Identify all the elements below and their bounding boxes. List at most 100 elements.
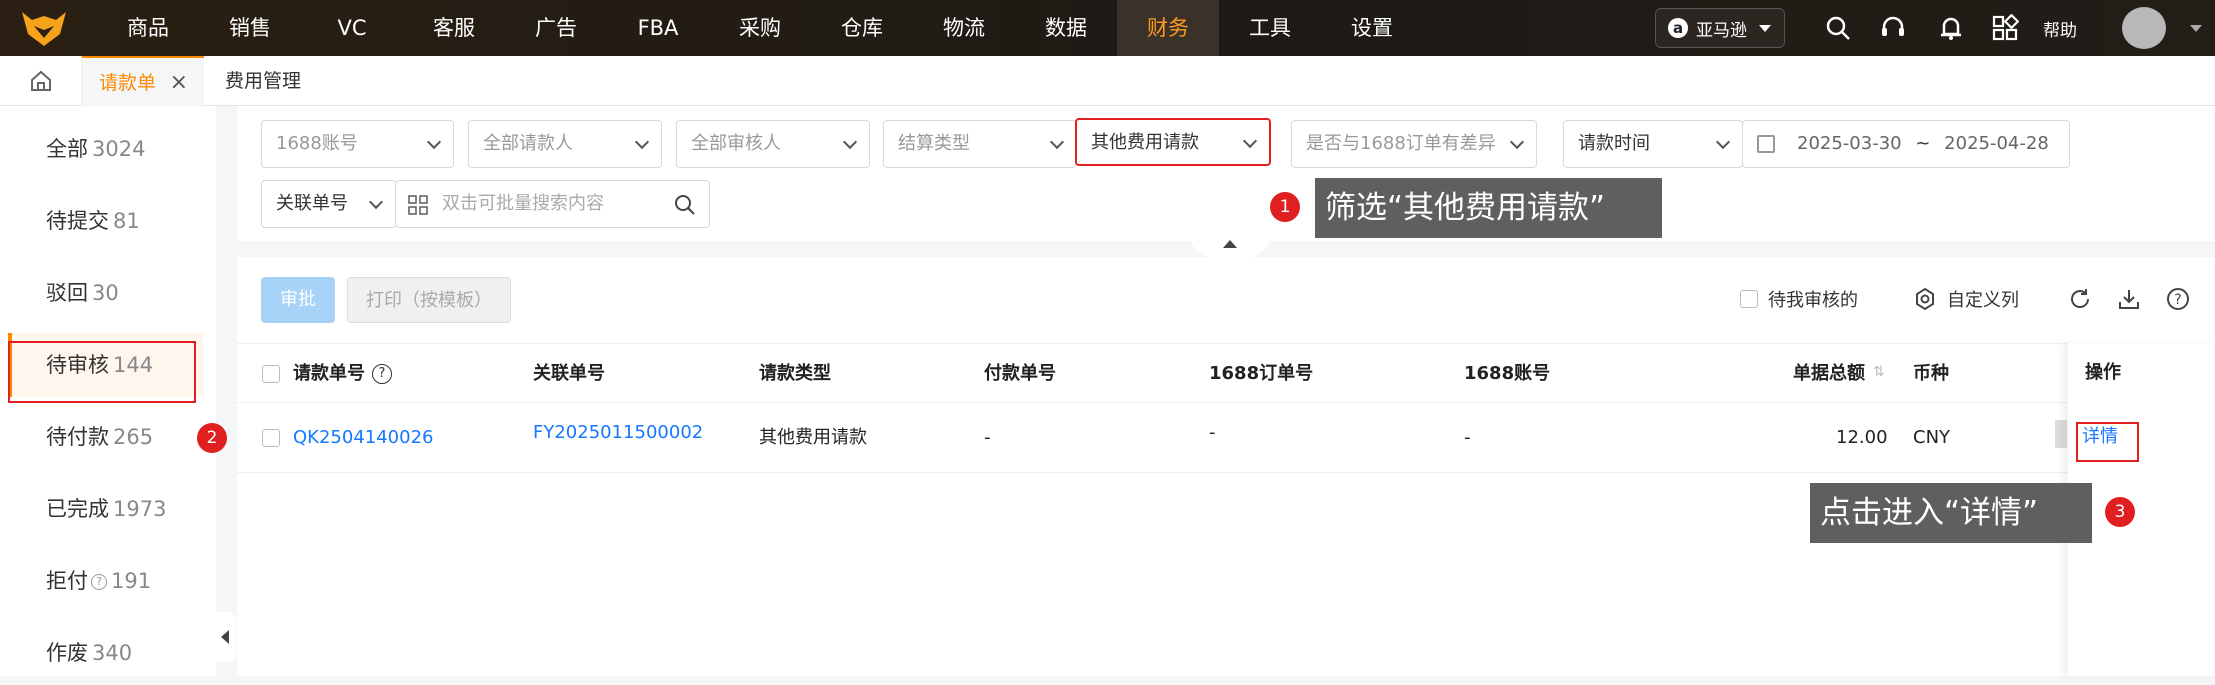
search-input[interactable]: 双击可批量搜索内容 — [395, 180, 710, 228]
sidebar-item-count: 81 — [113, 209, 140, 233]
bell-icon[interactable] — [1937, 14, 1965, 42]
refresh-icon[interactable] — [2068, 287, 2092, 311]
avatar[interactable] — [2122, 7, 2166, 49]
account-1688-select[interactable]: 1688账号 — [261, 120, 454, 168]
tab-payment-request[interactable]: 请款单 × — [82, 56, 204, 106]
amazon-icon: a — [1668, 18, 1688, 38]
sidebar-item-label: 全部 — [46, 137, 88, 161]
nav-item-data[interactable]: 数据 — [1015, 0, 1117, 56]
col-operations: 操作 — [2085, 362, 2121, 383]
chevron-down-icon — [634, 134, 650, 150]
sidebar-collapse-button[interactable] — [216, 612, 236, 662]
custom-columns-label: 自定义列 — [1947, 290, 2019, 311]
nav-item-service[interactable]: 客服 — [403, 0, 505, 56]
nav-item-vc[interactable]: VC — [301, 0, 403, 56]
nav-item-tools[interactable]: 工具 — [1219, 0, 1321, 56]
tab-expense-management[interactable]: 费用管理 — [225, 56, 301, 106]
home-tab[interactable] — [0, 56, 82, 106]
chevron-down-icon — [1715, 134, 1731, 150]
help-circle-icon[interactable]: ? — [2166, 287, 2190, 311]
requester-select[interactable]: 全部请款人 — [468, 120, 662, 168]
sort-icon[interactable]: ⇅ — [1873, 364, 1885, 380]
col-link-no: 关联单号 — [533, 363, 605, 384]
date-end: 2025-04-28 — [1944, 133, 2049, 154]
request-no-link[interactable]: QK2504140026 — [293, 403, 434, 473]
link-no-select[interactable]: 关联单号 — [261, 180, 396, 228]
cell-request-type: 其他费用请款 — [759, 427, 867, 448]
table-header: 请款单号 ? 关联单号 请款类型 付款单号 1688订单号 1688账号 单据总… — [237, 343, 2215, 403]
custom-columns-button[interactable]: 自定义列 — [1913, 286, 2019, 312]
select-value: 其他费用请款 — [1091, 132, 1199, 153]
sidebar-item-label: 驳回 — [46, 281, 88, 305]
cell-account-1688: - — [1464, 427, 1471, 448]
date-start: 2025-03-30 — [1797, 133, 1902, 154]
sidebar-item-label: 已完成 — [46, 497, 109, 521]
settle-type-select[interactable]: 结算类型 — [883, 120, 1077, 168]
cell-currency: CNY — [1913, 427, 1951, 448]
horizontal-scroll-thumb[interactable] — [2055, 420, 2067, 448]
sidebar-item-count: 1973 — [113, 497, 167, 521]
search-icon[interactable] — [1824, 14, 1852, 42]
sidebar-item-completed[interactable]: 已完成 1973 — [8, 477, 203, 541]
caret-down-icon — [1759, 24, 1771, 32]
sidebar-item-to-pay[interactable]: 待付款 265 — [8, 405, 203, 469]
my-review-checkbox[interactable]: 待我审核的 — [1740, 286, 1858, 312]
col-currency: 币种 — [1913, 363, 1949, 384]
app-logo-icon[interactable] — [20, 8, 68, 48]
gear-icon — [1916, 287, 1934, 311]
question-icon[interactable]: ? — [372, 364, 392, 384]
svg-text:?: ? — [2174, 292, 2181, 308]
nav-item-logistics[interactable]: 物流 — [913, 0, 1015, 56]
select-value: 关联单号 — [276, 193, 348, 214]
search-icon[interactable] — [673, 193, 697, 217]
checkbox[interactable] — [1740, 290, 1758, 308]
sidebar-item-all[interactable]: 全部 3024 — [8, 117, 203, 181]
col-pay-no: 付款单号 — [984, 363, 1056, 384]
nav-item-finance[interactable]: 财务 — [1117, 0, 1219, 56]
sidebar-item-rejected[interactable]: 驳回 30 — [8, 261, 203, 325]
nav-item-warehouse[interactable]: 仓库 — [811, 0, 913, 56]
nav-item-settings[interactable]: 设置 — [1321, 0, 1423, 56]
nav-item-purchase[interactable]: 采购 — [709, 0, 811, 56]
close-icon[interactable]: × — [170, 58, 188, 108]
main-nav: 商品 销售 VC 客服 广告 FBA 采购 仓库 物流 数据 财务 工具 设置 — [97, 0, 1423, 56]
approve-button[interactable]: 审批 — [261, 277, 335, 323]
sidebar-item-voided[interactable]: 作废 340 — [8, 621, 203, 685]
chevron-down-icon — [842, 134, 858, 150]
print-template-button[interactable]: 打印（按模板） — [347, 277, 511, 323]
nav-item-fba[interactable]: FBA — [607, 0, 709, 56]
calendar-icon — [1757, 135, 1775, 153]
help-link[interactable]: 帮助 — [2043, 16, 2077, 41]
time-type-select[interactable]: 请款时间 — [1563, 120, 1743, 168]
select-value: 全部请款人 — [483, 133, 573, 154]
nav-item-sales[interactable]: 销售 — [199, 0, 301, 56]
fee-type-select[interactable]: 其他费用请款 — [1075, 118, 1271, 166]
sidebar-item-to-submit[interactable]: 待提交 81 — [8, 189, 203, 253]
sidebar-item-count: 340 — [92, 641, 133, 665]
col-order-1688: 1688订单号 — [1209, 363, 1314, 384]
sidebar-item-count: 3024 — [92, 137, 146, 161]
marketplace-selector[interactable]: a 亚马逊 — [1655, 8, 1785, 48]
nav-item-ads[interactable]: 广告 — [505, 0, 607, 56]
sidebar-item-refused[interactable]: 拒付? 191 — [8, 549, 203, 613]
date-range-picker[interactable]: 2025-03-30 ~ 2025-04-28 — [1742, 120, 2070, 168]
highlight-box-pending-review — [8, 341, 196, 403]
link-no-link[interactable]: FY2025011500002 — [533, 403, 703, 463]
row-checkbox[interactable] — [262, 429, 280, 447]
top-navbar: 商品 销售 VC 客服 广告 FBA 采购 仓库 物流 数据 财务 工具 设置 … — [0, 0, 2215, 56]
question-icon[interactable]: ? — [91, 574, 107, 590]
filter-collapse-toggle[interactable] — [1190, 235, 1270, 257]
col-request-type: 请款类型 — [759, 363, 831, 384]
nav-item-products[interactable]: 商品 — [97, 0, 199, 56]
reviewer-select[interactable]: 全部审核人 — [676, 120, 870, 168]
download-icon[interactable] — [2117, 287, 2141, 311]
headset-icon[interactable] — [1879, 14, 1907, 42]
select-all-checkbox[interactable] — [262, 365, 280, 383]
marketplace-label: 亚马逊 — [1696, 20, 1747, 41]
diff-1688-select[interactable]: 是否与1688订单有差异 — [1291, 120, 1537, 168]
apps-grid-icon[interactable] — [1991, 14, 2019, 42]
checkbox-label: 待我审核的 — [1768, 290, 1858, 311]
caret-down-icon[interactable] — [2190, 25, 2202, 32]
batch-grid-icon[interactable] — [408, 195, 428, 215]
col-total[interactable]: 单据总额 — [1793, 344, 1865, 404]
